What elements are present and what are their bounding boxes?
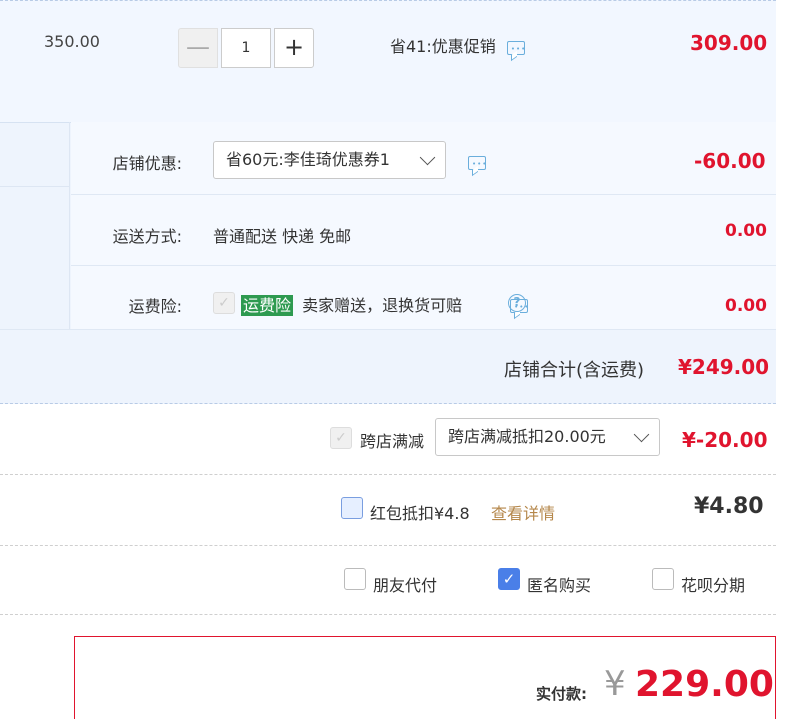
checkout-panel: 350.00 — 1 + 省41:优惠促销 ••• 309.00 店铺优惠: 省… xyxy=(0,0,785,719)
promotion-info: 省41:优惠促销 ••• xyxy=(390,33,525,57)
shipping-amount: 0.00 xyxy=(725,221,767,241)
shipping-method: 普通配送 快递 免邮 xyxy=(213,227,352,246)
final-label: 实付款: xyxy=(536,685,587,703)
friend-pay-checkbox[interactable] xyxy=(344,568,366,590)
cross-store-label: 跨店满减 xyxy=(360,432,425,451)
divider xyxy=(0,474,776,475)
insurance-checkbox: ✓ xyxy=(213,292,235,314)
anonymous-label: 匿名购买 xyxy=(527,576,592,595)
red-packet-details-link[interactable]: 查看详情 xyxy=(491,500,555,524)
shop-coupon-selected: 省60元:李佳琦优惠券1 xyxy=(226,150,390,169)
cross-store-checkbox: ✓ xyxy=(330,427,352,449)
cross-store-amount: ¥-20.00 xyxy=(682,428,768,452)
shop-coupon-label: 店铺优惠: xyxy=(112,154,182,173)
item-row xyxy=(0,0,776,122)
insurance-label: 运费险: xyxy=(128,297,182,316)
divider xyxy=(0,545,776,546)
final-amount: 229.00 xyxy=(635,664,774,705)
chevron-down-icon xyxy=(633,426,650,443)
insurance-amount: 0.00 xyxy=(725,296,767,316)
divider xyxy=(0,329,776,330)
shop-coupon-select[interactable]: 省60元:李佳琦优惠券1 xyxy=(213,141,446,179)
divider xyxy=(71,194,776,195)
divider xyxy=(0,186,70,187)
item-subtotal: 309.00 xyxy=(690,31,768,55)
huabei-label: 花呗分期 xyxy=(681,576,746,595)
help-icon[interactable]: ? xyxy=(508,294,526,312)
insurance-desc: 卖家赠送，退换货可赔 xyxy=(302,296,463,315)
quantity-increase-button[interactable]: + xyxy=(274,28,314,68)
promotion-text: 省41:优惠促销 xyxy=(390,37,496,56)
friend-pay-label: 朋友代付 xyxy=(373,576,438,595)
divider xyxy=(71,265,776,266)
cross-store-selected: 跨店满减抵扣20.00元 xyxy=(448,427,606,446)
insurance-info: 运费险 卖家赠送，退换货可赔 xyxy=(241,292,462,316)
quantity-input[interactable]: 1 xyxy=(221,28,271,68)
shop-coupon-amount: -60.00 xyxy=(694,149,766,173)
shop-left-column xyxy=(0,122,70,330)
insurance-tag: 运费险 xyxy=(241,295,294,316)
red-packet-checkbox[interactable] xyxy=(341,497,363,519)
cross-store-select[interactable]: 跨店满减抵扣20.00元 xyxy=(435,418,660,456)
quantity-decrease-button[interactable]: — xyxy=(178,28,218,68)
divider xyxy=(0,614,776,615)
red-packet-amount: ¥4.80 xyxy=(694,494,764,519)
final-currency: ¥ xyxy=(604,664,626,704)
shop-total-label: 店铺合计(含运费) xyxy=(504,360,645,381)
huabei-checkbox[interactable] xyxy=(652,568,674,590)
unit-price: 350.00 xyxy=(44,32,100,51)
anonymous-checkbox[interactable]: ✓ xyxy=(498,568,520,590)
red-packet-label: 红包抵扣¥4.8 xyxy=(370,504,470,523)
chevron-down-icon xyxy=(419,149,436,166)
message-icon[interactable]: ••• xyxy=(506,40,525,55)
shipping-label: 运送方式: xyxy=(112,227,182,246)
message-icon[interactable]: ••• xyxy=(468,155,486,170)
shop-total-amount: ¥249.00 xyxy=(678,355,770,379)
